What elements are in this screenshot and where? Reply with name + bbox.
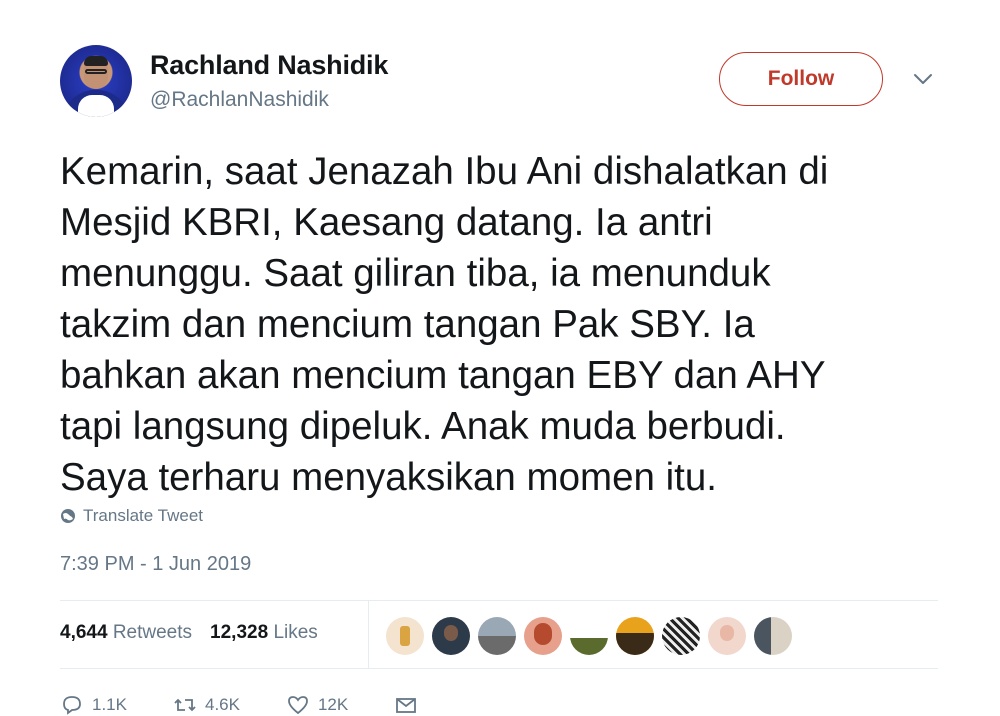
message-action[interactable]: [394, 694, 418, 716]
likes-stat[interactable]: 12,328 Likes: [210, 622, 318, 644]
liker-avatar[interactable]: [662, 617, 700, 655]
tweet-text: Kemarin, saat Jenazah Ibu Ani dishalatka…: [60, 150, 829, 499]
like-action[interactable]: 12K: [286, 694, 348, 716]
tweet-actions: 1.1K 4.6K 12K: [60, 694, 464, 716]
likes-count: 12,328: [210, 622, 269, 643]
divider-bottom: [60, 668, 938, 669]
avatar[interactable]: [60, 45, 132, 117]
like-count: 12K: [317, 695, 349, 714]
liker-avatar[interactable]: [432, 617, 470, 655]
tweet-timestamp[interactable]: 7:39 PM - 1 Jun 2019: [60, 553, 251, 576]
liker-avatar[interactable]: [524, 617, 562, 655]
avatar-shirt: [78, 95, 114, 117]
retweets-label: Retweets: [112, 622, 193, 643]
likes-label: Likes: [273, 622, 318, 643]
reply-count: 1.1K: [92, 695, 127, 714]
retweet-icon: [174, 698, 196, 712]
liker-avatar[interactable]: [616, 617, 654, 655]
liker-avatar[interactable]: [570, 617, 608, 655]
envelope-icon: [396, 698, 417, 713]
liker-avatar[interactable]: [754, 617, 792, 655]
liker-avatars: [386, 617, 792, 655]
liker-avatar[interactable]: [386, 617, 424, 655]
retweets-stat[interactable]: 4,644 Retweets: [60, 622, 192, 644]
translate-tweet-link[interactable]: Translate Tweet: [60, 506, 203, 526]
reply-action[interactable]: 1.1K: [60, 694, 127, 716]
follow-button[interactable]: Follow: [719, 52, 883, 106]
retweet-action[interactable]: 4.6K: [173, 694, 240, 716]
reply-icon: [63, 696, 81, 715]
author-display-name[interactable]: Rachland Nashidik: [150, 50, 388, 81]
tweet-stats: 4,644 Retweets 12,328 Likes: [60, 622, 318, 644]
chevron-down-icon[interactable]: [912, 70, 934, 88]
author-handle[interactable]: @RachlanNashidik: [150, 88, 329, 112]
heart-icon: [288, 696, 308, 715]
liker-avatar[interactable]: [478, 617, 516, 655]
globe-icon: [61, 509, 75, 523]
stats-separator: [368, 600, 369, 668]
translate-tweet-label[interactable]: Translate Tweet: [83, 506, 203, 526]
avatar-glasses: [85, 69, 107, 74]
retweet-count: 4.6K: [204, 695, 240, 714]
liker-avatar[interactable]: [708, 617, 746, 655]
divider-top: [60, 600, 938, 601]
avatar-hair: [84, 56, 108, 66]
retweets-count: 4,644: [60, 622, 108, 643]
